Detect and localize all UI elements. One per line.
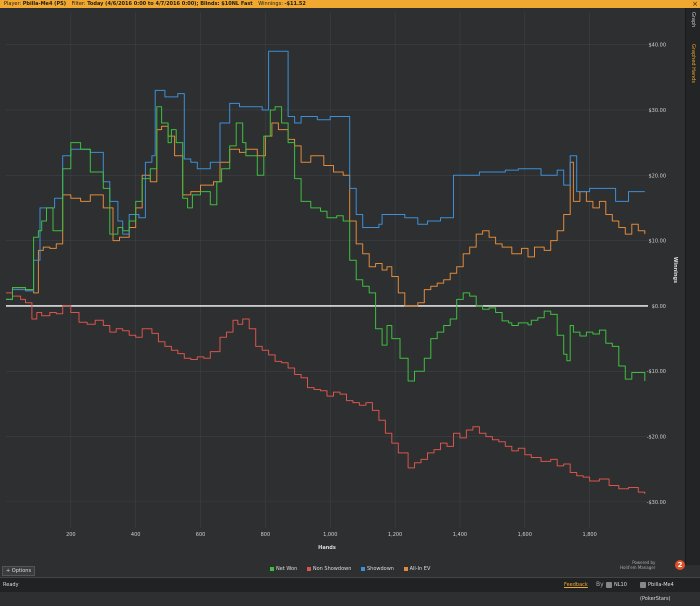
feedback-link[interactable]: Feedback <box>564 578 588 592</box>
plot-background <box>0 8 686 565</box>
legend-swatch <box>270 566 274 571</box>
x-tick-label: 1,200 <box>388 532 402 538</box>
player-selector[interactable]: Pbilla-Me4 (PokerStars) <box>640 578 700 606</box>
x-tick-label: 1,400 <box>453 532 467 538</box>
y-tick-label: $20.00 <box>649 173 667 179</box>
x-tick-label: 600 <box>196 532 206 538</box>
limit-label: NL10 <box>614 582 627 588</box>
options-label: Options <box>11 568 32 574</box>
winnings-graph: $40.00 $30.00 $20.00 $10.00 $0.00 -$10.00 -$20… <box>0 8 686 565</box>
close-icon[interactable]: × <box>692 0 698 8</box>
legend-swatch <box>360 566 365 571</box>
status-bar: Ready Feedback By NL10 Pbilla-Me4 (Poker… <box>0 577 700 602</box>
y-tick-label: -$30.00 <box>647 500 666 506</box>
limit-selector[interactable]: NL10 <box>606 578 627 592</box>
site-icon: By <box>596 581 604 588</box>
x-tick-label: 400 <box>131 532 141 538</box>
y-tick-label: -$20.00 <box>647 435 666 441</box>
player-label: Player: <box>4 1 22 7</box>
status-ready: Ready <box>3 582 19 588</box>
tab-graphed-hands[interactable]: Graphed Hands <box>686 44 700 83</box>
winnings-value: -$11.52 <box>284 1 306 7</box>
legend-non-showdown: Non Showdown <box>306 566 352 572</box>
chart-legend: Net Won Non Showdown Showdown All-In EV <box>270 566 438 572</box>
legend-net-won: Net Won <box>270 566 297 572</box>
x-tick-label: 200 <box>66 532 76 538</box>
y-tick-label: $30.00 <box>649 108 667 114</box>
x-tick-label: 800 <box>261 532 271 538</box>
legend-label: Non Showdown <box>312 566 352 572</box>
x-tick-label: 1,000 <box>323 532 337 538</box>
player-value[interactable]: Pbilla-Me4 (PS) <box>23 1 66 7</box>
filter-label: Filter: <box>71 1 86 7</box>
filter-value[interactable]: Today (4/6/2016 0:00 to 4/7/2016 0:00); … <box>87 1 253 7</box>
winnings-label: Winnings: <box>258 1 283 7</box>
x-tick-label: 1,600 <box>518 532 532 538</box>
options-button[interactable]: + Options <box>2 566 36 576</box>
hem-logo: Powered by Hold'em Manager <box>620 560 655 570</box>
x-axis-label: Hands <box>318 545 336 551</box>
hem-badge-icon: 2 <box>675 560 685 570</box>
legend-label: All-In EV <box>409 566 431 572</box>
legend-swatch <box>306 566 311 571</box>
y-tick-label: $10.00 <box>649 239 667 245</box>
legend-label: Showdown <box>366 566 394 572</box>
filter-bar: Player: Pbilla-Me4 (PS) Filter: Today (4… <box>0 0 700 8</box>
graph-sidebar: Graph Graphed Hands <box>685 8 700 565</box>
hem-name: Hold'em Manager <box>620 565 656 570</box>
y-tick-label: $0.00 <box>652 304 666 310</box>
legend-all-in-ev: All-In EV <box>403 566 431 572</box>
y-axis-label: Winnings <box>672 257 678 283</box>
x-tick-label: 1,800 <box>582 532 596 538</box>
legend-swatch <box>403 566 408 571</box>
y-tick-label: $40.00 <box>649 43 667 49</box>
legend-showdown: Showdown <box>360 566 394 572</box>
y-tick-label: -$10.00 <box>647 369 666 375</box>
legend-label: Net Won <box>276 566 298 572</box>
stakes-icon <box>606 581 612 588</box>
tab-graph[interactable]: Graph <box>686 12 700 27</box>
player-icon <box>640 581 646 588</box>
